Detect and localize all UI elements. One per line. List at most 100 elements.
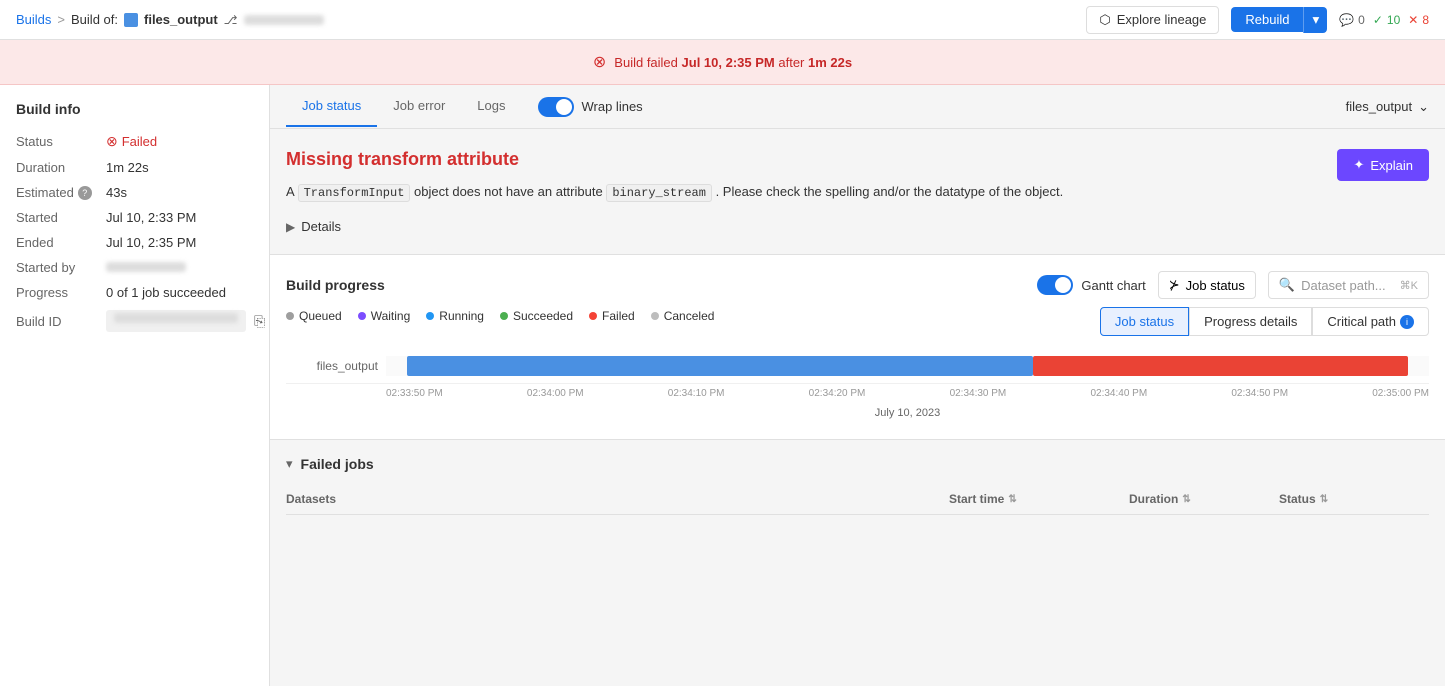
canceled-label: Canceled	[664, 309, 715, 323]
tab-job-status[interactable]: Job status	[286, 86, 377, 127]
th-start-time[interactable]: Start time ⇅	[949, 492, 1129, 506]
failed-jobs-header[interactable]: ▾ Failed jobs	[286, 456, 1429, 472]
lineage-icon: ⬡	[1099, 12, 1110, 28]
gantt-toggle: Gantt chart	[1037, 275, 1145, 295]
error-date: Jul 10, 2:35 PM	[682, 55, 775, 70]
view-tab-progress-details[interactable]: Progress details	[1189, 307, 1312, 336]
tabs-left: Job status Job error Logs Wrap lines	[286, 86, 659, 127]
wrap-lines-toggle-switch[interactable]	[538, 97, 574, 117]
time-5: 02:34:30 PM	[950, 388, 1007, 399]
tabs-right: files_output ⌄	[1346, 99, 1429, 115]
gantt-toggle-switch[interactable]	[1037, 275, 1073, 295]
gantt-label: Gantt chart	[1081, 278, 1145, 293]
check-icon: ✓	[1373, 13, 1383, 27]
rebuild-button[interactable]: Rebuild	[1231, 7, 1303, 32]
view-tab-job-status[interactable]: Job status	[1100, 307, 1189, 336]
error-prefix: Build failed	[614, 55, 678, 70]
error-content-left: Missing transform attribute A TransformI…	[286, 149, 1337, 234]
desc-mid: object does not have an attribute	[414, 184, 603, 199]
content-area: Job status Job error Logs Wrap lines fil…	[270, 85, 1445, 686]
comment-icon: 💬	[1339, 13, 1354, 27]
header-badges: 💬 0 ✓ 10 ✕ 8	[1339, 13, 1429, 27]
bp-header-row: Build progress Gantt chart ⊁ Job status …	[286, 271, 1429, 299]
queued-label: Queued	[299, 309, 342, 323]
waiting-dot	[358, 312, 366, 320]
started-value: Jul 10, 2:33 PM	[106, 210, 196, 225]
desc-suffix: . Please check the spelling and/or the d…	[716, 184, 1064, 199]
failed-jobs-chevron: ▾	[286, 456, 293, 472]
comment-count: 0	[1358, 13, 1365, 27]
file-icon	[124, 13, 138, 27]
legend-succeeded: Succeeded	[500, 309, 573, 323]
ended-label: Ended	[16, 235, 106, 250]
tab-job-error[interactable]: Job error	[377, 86, 461, 127]
status-error-icon: ⊗	[106, 133, 118, 150]
tab-logs[interactable]: Logs	[461, 86, 521, 127]
wrap-lines-toggle[interactable]: Wrap lines	[522, 97, 659, 117]
failed-jobs-title: Failed jobs	[301, 456, 374, 472]
progress-value: 0 of 1 job succeeded	[106, 285, 226, 300]
critical-path-label: Critical path	[1327, 314, 1396, 329]
build-id-row: Build ID ⎘	[16, 310, 253, 332]
failed-jobs-section: ▾ Failed jobs Datasets Start time ⇅ Dura…	[270, 439, 1445, 531]
th-status[interactable]: Status ⇅	[1279, 492, 1429, 506]
build-of-label: Build of:	[71, 12, 118, 27]
ended-row: Ended Jul 10, 2:35 PM	[16, 235, 253, 250]
sort-duration-icon: ⇅	[1182, 494, 1190, 505]
gantt-toggle-knob	[1055, 277, 1071, 293]
bp-title: Build progress	[286, 277, 385, 293]
error-after: after	[778, 55, 804, 70]
legend-failed: Failed	[589, 309, 635, 323]
gantt-bar-container	[386, 356, 1429, 376]
copy-icon[interactable]: ⎘	[254, 313, 265, 330]
status-row: Status ⊗ Failed	[16, 133, 253, 150]
gantt-bar-failed	[1033, 356, 1408, 376]
estimated-help-icon[interactable]: ?	[78, 186, 92, 200]
error-message: Build failed Jul 10, 2:35 PM after 1m 22…	[614, 55, 852, 70]
build-id-blurred	[114, 313, 238, 323]
started-row: Started Jul 10, 2:33 PM	[16, 210, 253, 225]
estimated-label: Estimated ?	[16, 185, 106, 200]
queued-dot	[286, 312, 294, 320]
check-count: 10	[1387, 13, 1400, 27]
explain-button[interactable]: ✦ Explain	[1337, 149, 1429, 181]
toggle-knob	[556, 99, 572, 115]
filter-icon: ⊁	[1169, 277, 1180, 293]
check-badge: ✓ 10	[1373, 13, 1400, 27]
error-banner: ⊗ Build failed Jul 10, 2:35 PM after 1m …	[0, 40, 1445, 85]
legend-queued: Queued	[286, 309, 342, 323]
rebuild-dropdown-button[interactable]: ▾	[1303, 7, 1327, 33]
view-tab-critical-path[interactable]: Critical path i	[1312, 307, 1429, 336]
succeeded-dot	[500, 312, 508, 320]
details-row[interactable]: ▶ Details	[286, 219, 1337, 234]
explore-lineage-button[interactable]: ⬡ Explore lineage	[1086, 6, 1219, 34]
comment-badge: 💬 0	[1339, 13, 1365, 27]
legend-running: Running	[426, 309, 484, 323]
th-datasets[interactable]: Datasets	[286, 492, 949, 506]
th-duration[interactable]: Duration ⇅	[1129, 492, 1279, 506]
dataset-search-box[interactable]: 🔍 Dataset path... ⌘K	[1268, 271, 1429, 299]
error-duration: 1m 22s	[808, 55, 852, 70]
build-id-container: ⎘	[106, 310, 265, 332]
job-status-filter-button[interactable]: ⊁ Job status	[1158, 271, 1256, 299]
search-shortcut: ⌘K	[1400, 279, 1418, 292]
search-icon: 🔍	[1279, 277, 1295, 293]
build-id-box	[106, 310, 246, 332]
file-selector-icon[interactable]: ⌄	[1418, 99, 1429, 115]
gantt-bar-running	[407, 356, 1033, 376]
estimated-value: 43s	[106, 185, 127, 200]
failed-label: Failed	[602, 309, 635, 323]
build-progress-section: Build progress Gantt chart ⊁ Job status …	[270, 254, 1445, 439]
sort-start-icon: ⇅	[1008, 494, 1016, 505]
duration-value: 1m 22s	[106, 160, 149, 175]
progress-row: Progress 0 of 1 job succeeded	[16, 285, 253, 300]
bp-controls: Gantt chart ⊁ Job status 🔍 Dataset path.…	[1037, 271, 1429, 299]
x-badge: ✕ 8	[1408, 13, 1429, 27]
desc-prefix: A	[286, 184, 294, 199]
duration-row: Duration 1m 22s	[16, 160, 253, 175]
filter-label: Job status	[1186, 278, 1245, 293]
breadcrumb-builds[interactable]: Builds	[16, 12, 51, 27]
legend-waiting: Waiting	[358, 309, 411, 323]
status-value: ⊗ Failed	[106, 133, 157, 150]
time-3: 02:34:10 PM	[668, 388, 725, 399]
